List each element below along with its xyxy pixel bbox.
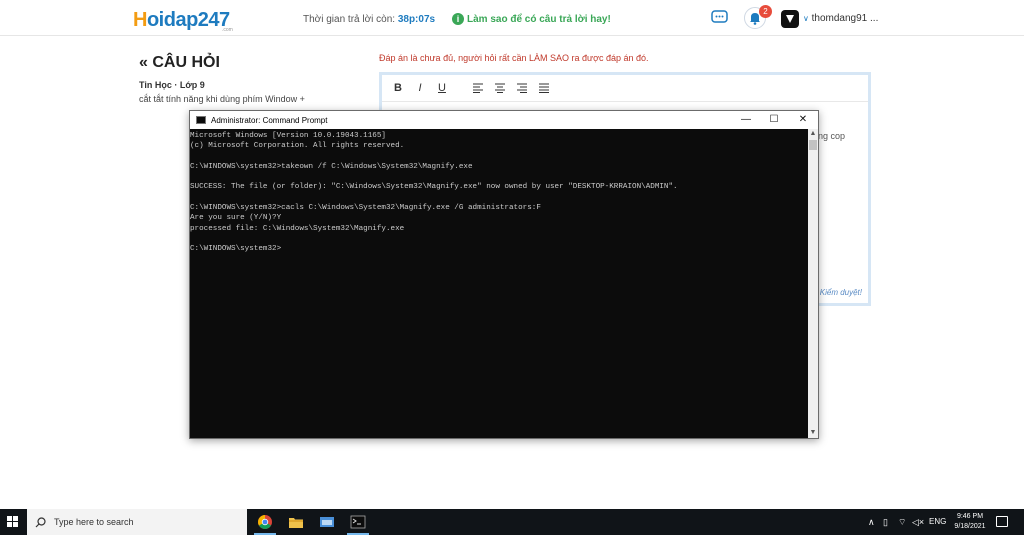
terminal-line: (c) Microsoft Corporation. All rights re… bbox=[190, 142, 405, 151]
window-title: Administrator: Command Prompt bbox=[211, 115, 328, 125]
terminal-line: Are you sure (Y/N)?Y bbox=[190, 214, 282, 223]
terminal-line: C:\WINDOWS\system32>takeown /f C:\Window… bbox=[190, 162, 473, 171]
align-right-icon[interactable] bbox=[516, 83, 528, 93]
clock-date: 9/18/2021 bbox=[954, 523, 986, 530]
command-prompt-window[interactable]: Administrator: Command Prompt — ☐ ✕ Micr… bbox=[189, 110, 819, 439]
terminal-line: C:\WINDOWS\system32> bbox=[190, 245, 282, 254]
avatar[interactable] bbox=[781, 10, 799, 28]
notification-badge: 2 bbox=[759, 5, 772, 18]
info-icon: i bbox=[452, 13, 464, 25]
site-logo[interactable]: Hoidap247 bbox=[133, 9, 230, 32]
command-prompt-app[interactable] bbox=[345, 509, 371, 535]
site-header: Hoidap247 .com Thời gian trả lời còn: 38… bbox=[0, 0, 1024, 36]
windows-logo-icon bbox=[7, 516, 18, 527]
terminal-icon bbox=[196, 116, 206, 124]
close-button[interactable]: ✕ bbox=[789, 111, 817, 129]
scrollbar[interactable]: ▲ ▼ bbox=[808, 129, 818, 438]
bold-button[interactable]: B bbox=[392, 82, 404, 94]
app-window-icon bbox=[320, 517, 334, 527]
scroll-up-icon[interactable]: ▲ bbox=[808, 129, 818, 139]
terminal-line: Microsoft Windows [Version 10.0.19043.11… bbox=[190, 132, 386, 140]
search-placeholder: Type here to search bbox=[54, 517, 134, 527]
file-explorer-app[interactable] bbox=[283, 509, 309, 535]
maximize-button[interactable]: ☐ bbox=[760, 111, 788, 129]
answer-warning: Đáp án là chưa đủ, người hỏi rất cần LÀM… bbox=[379, 53, 649, 63]
editor-toolbar: B I U bbox=[382, 75, 868, 102]
screen: Hoidap247 .com Thời gian trả lời còn: 38… bbox=[0, 0, 1024, 535]
timer-value: 38p:07s bbox=[397, 14, 436, 25]
terminal-line: C:\WINDOWS\system32>cacls C:\Windows\Sys… bbox=[190, 204, 541, 213]
chevron-down-icon: ∨ bbox=[803, 14, 809, 23]
question-title: CÂU HỎI bbox=[152, 54, 220, 71]
moderation-note: Kiểm duyệt! bbox=[819, 288, 862, 297]
tip-text: Làm sao để có câu trả lời hay! bbox=[467, 13, 611, 25]
terminal-line: SUCCESS: The file (or folder): "C:\Windo… bbox=[190, 183, 678, 192]
start-button[interactable] bbox=[0, 509, 26, 535]
volume-icon[interactable]: ◁× bbox=[912, 509, 924, 535]
chevron-up-icon[interactable]: ∧ bbox=[868, 509, 875, 535]
answer-timer: Thời gian trả lời còn: 38p:07s bbox=[303, 14, 435, 25]
underline-button[interactable]: U bbox=[436, 82, 448, 94]
username: thomdang91 ... bbox=[811, 13, 879, 24]
clock-time: 9:46 PM bbox=[956, 513, 984, 520]
user-menu[interactable]: ∨ thomdang91 ... bbox=[803, 13, 878, 24]
terminal-line: processed file: C:\Windows\System32\Magn… bbox=[190, 224, 405, 233]
app-window-app[interactable] bbox=[314, 509, 340, 535]
chrome-icon bbox=[258, 515, 272, 529]
logo-main: oidap247 bbox=[146, 9, 230, 31]
taskbar-search[interactable]: Type here to search bbox=[27, 509, 247, 535]
battery-icon[interactable]: ▯ bbox=[883, 509, 888, 535]
double-chevron-left-icon[interactable]: « bbox=[139, 54, 148, 71]
wifi-icon[interactable]: ⌔ bbox=[898, 509, 906, 535]
align-left-icon[interactable] bbox=[472, 83, 484, 93]
scroll-thumb[interactable] bbox=[809, 140, 817, 150]
avatar-logo-icon bbox=[786, 15, 794, 23]
question-subject: Tin Học · Lớp 9 bbox=[139, 80, 205, 90]
system-clock[interactable]: 9:46 PM 9/18/2021 bbox=[948, 512, 992, 532]
timer-label: Thời gian trả lời còn: bbox=[303, 14, 398, 25]
search-icon bbox=[35, 516, 46, 527]
chat-icon[interactable] bbox=[711, 10, 729, 26]
window-titlebar[interactable]: Administrator: Command Prompt — ☐ ✕ bbox=[190, 111, 818, 129]
italic-button[interactable]: I bbox=[414, 82, 426, 94]
answer-tip-link[interactable]: i Làm sao để có câu trả lời hay! bbox=[452, 13, 611, 25]
align-justify-icon[interactable] bbox=[538, 83, 550, 93]
input-language[interactable]: ENG bbox=[929, 509, 946, 535]
terminal-icon bbox=[350, 515, 366, 529]
minimize-button[interactable]: — bbox=[732, 111, 760, 129]
question-text: cắt tắt tính năng khi dùng phím Window + bbox=[139, 94, 305, 104]
folder-icon bbox=[289, 518, 303, 528]
editor-text: ng cop bbox=[818, 131, 846, 141]
question-heading: « CÂU HỎI bbox=[139, 54, 220, 72]
terminal-output[interactable]: Microsoft Windows [Version 10.0.19043.11… bbox=[190, 129, 808, 438]
align-center-icon[interactable] bbox=[494, 83, 506, 93]
action-center-icon[interactable] bbox=[996, 516, 1008, 527]
chrome-app[interactable] bbox=[252, 509, 278, 535]
scroll-down-icon[interactable]: ▼ bbox=[808, 428, 818, 438]
logo-lead: H bbox=[133, 9, 147, 31]
logo-domain: .com bbox=[222, 27, 233, 33]
taskbar: Type here to search ∧ ▯ ⌔ ◁× ENG 9:46 PM… bbox=[0, 509, 1024, 535]
